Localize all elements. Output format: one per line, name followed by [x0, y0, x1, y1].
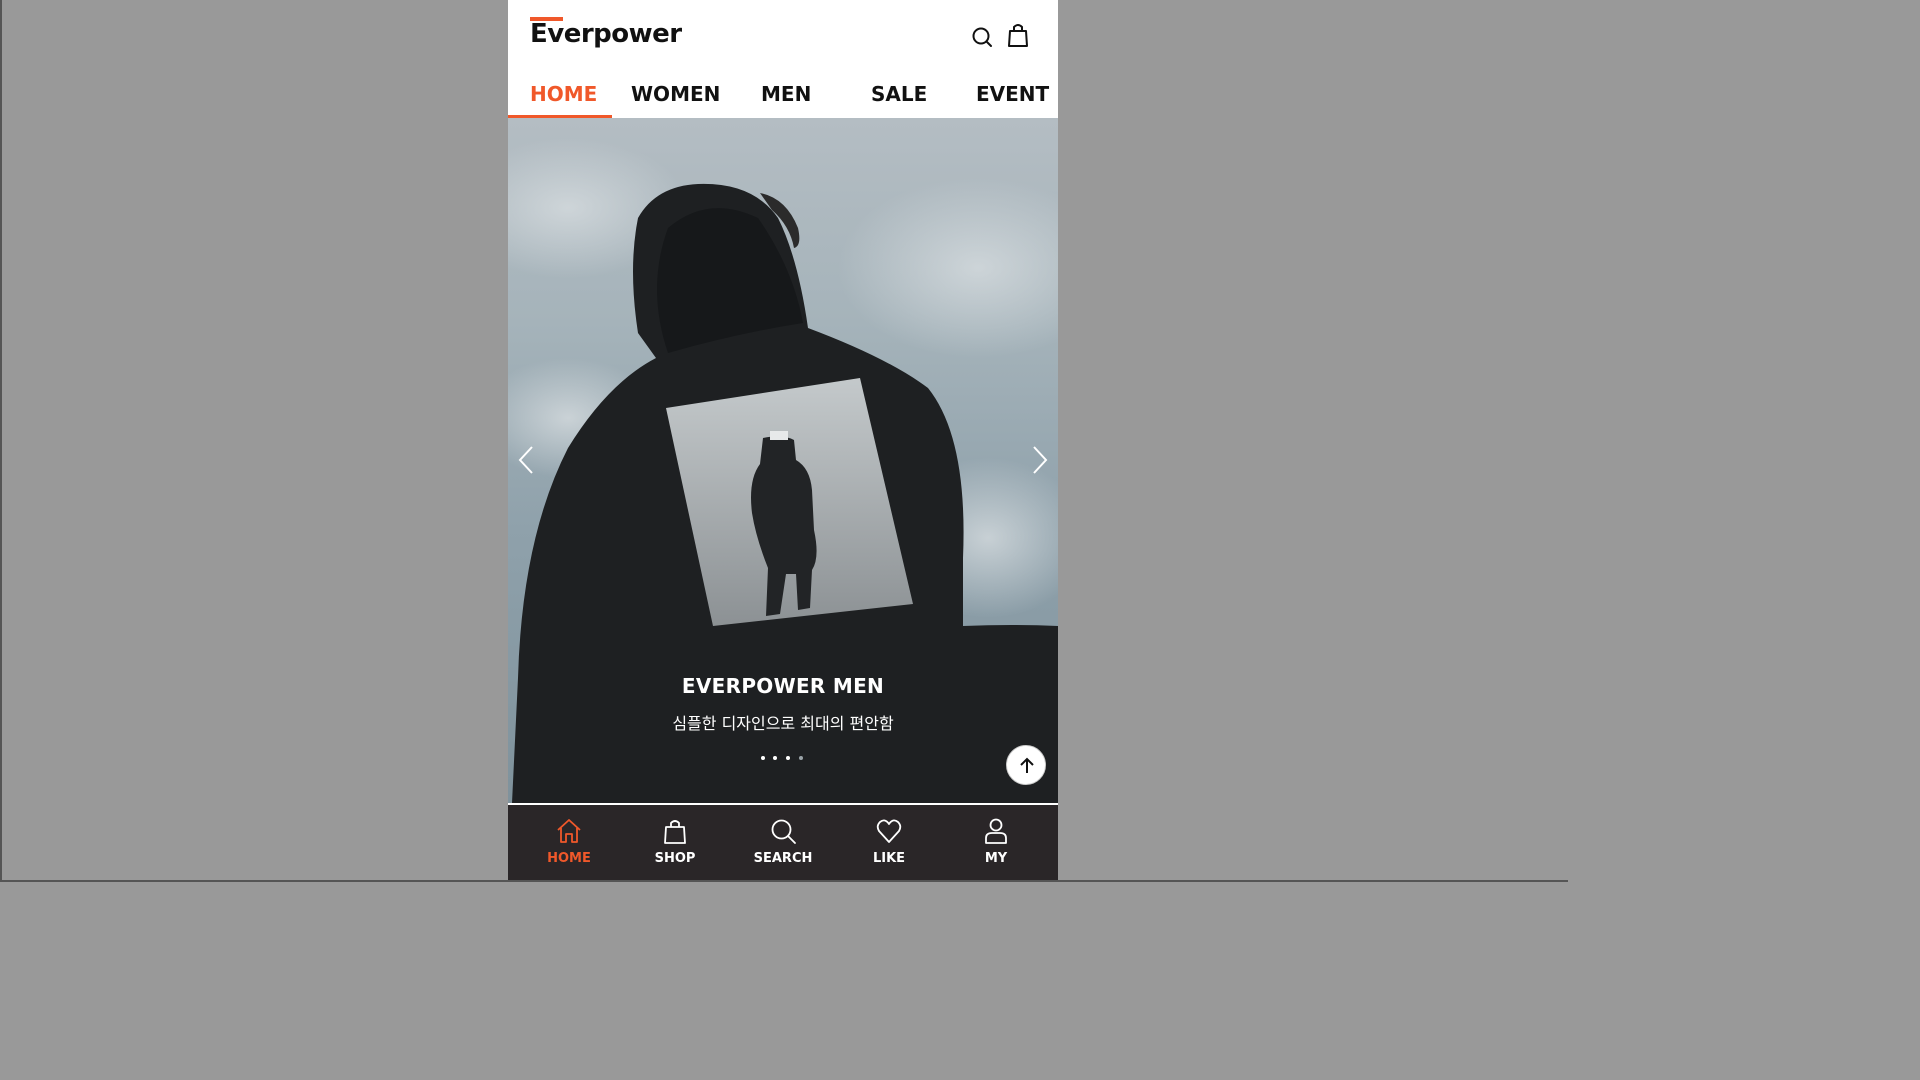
hero-subtitle: 심플한 디자인으로 최대의 편안함 — [672, 714, 894, 733]
hero-banner[interactable]: EVERPOWER MEN 심플한 디자인으로 최대의 편안함 — [508, 118, 1058, 803]
slide-dot[interactable] — [773, 756, 777, 760]
tab-men[interactable]: MEN — [761, 82, 811, 106]
bottom-nav-label: SHOP — [654, 851, 696, 866]
tab-women[interactable]: WOMEN — [631, 82, 720, 106]
shopping-bag-icon[interactable] — [1006, 22, 1032, 48]
shopping-bag-icon — [664, 820, 686, 844]
category-nav: HOME WOMEN MEN SALE EVENT — [508, 72, 1058, 118]
tab-event[interactable]: EVENT — [976, 82, 1049, 106]
chevron-right-icon[interactable] — [1028, 443, 1052, 477]
bottom-nav-label: HOME — [547, 851, 591, 866]
tab-sale[interactable]: SALE — [871, 82, 927, 106]
page-edge — [0, 0, 2, 882]
bottom-nav-shop[interactable]: SHOP — [625, 805, 725, 880]
hero-image — [508, 138, 1058, 803]
brand-name: Everpower — [530, 19, 682, 49]
bottom-nav-like[interactable]: LIKE — [839, 805, 939, 880]
bottom-nav-home[interactable]: HOME — [519, 805, 619, 880]
hero-title: EVERPOWER MEN — [681, 674, 885, 698]
home-icon — [557, 819, 581, 843]
user-icon — [985, 818, 1007, 844]
chevron-left-icon[interactable] — [514, 443, 538, 477]
mobile-app-frame: Everpower HOME WOMEN MEN SALE EVENT EVER… — [508, 0, 1058, 880]
tab-home[interactable]: HOME — [530, 82, 597, 106]
bottom-tab-bar: HOME SHOP SEARCH LIKE MY — [508, 803, 1058, 880]
bottom-nav-label: MY — [984, 851, 1008, 866]
scroll-to-top-button[interactable] — [1006, 745, 1046, 785]
page-edge — [0, 880, 1568, 882]
slide-dot[interactable] — [799, 756, 803, 760]
arrow-up-icon — [1020, 757, 1034, 773]
bottom-nav-label: SEARCH — [753, 851, 813, 866]
slide-pagination — [761, 756, 807, 762]
search-icon — [771, 819, 796, 844]
slide-dot[interactable] — [786, 756, 790, 760]
slide-dot[interactable] — [761, 756, 765, 760]
app-header: Everpower — [508, 0, 1058, 72]
heart-icon — [876, 819, 902, 843]
bottom-nav-my[interactable]: MY — [946, 805, 1046, 880]
bottom-nav-search[interactable]: SEARCH — [733, 805, 833, 880]
bottom-nav-label: LIKE — [872, 851, 906, 866]
search-icon[interactable] — [970, 22, 996, 48]
